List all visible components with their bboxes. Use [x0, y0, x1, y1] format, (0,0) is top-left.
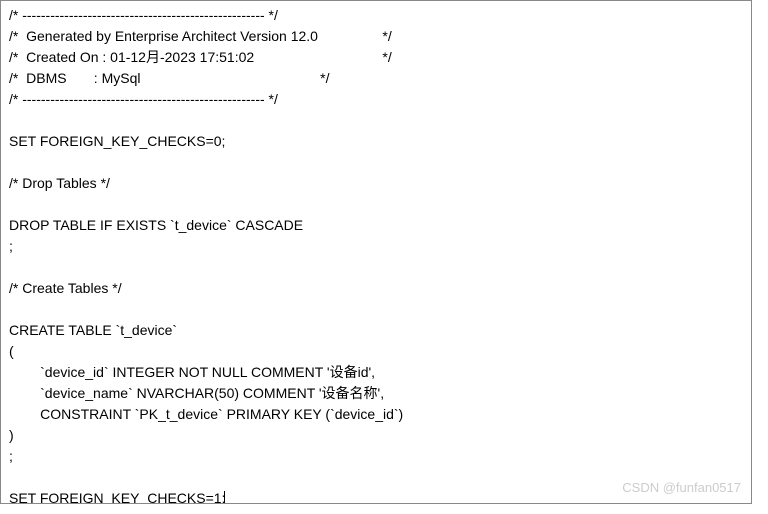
set-fk-off: SET FOREIGN_KEY_CHECKS=0; — [9, 131, 743, 152]
open-paren: ( — [9, 341, 743, 362]
comment-created-on: /* Created On : 01-12月-2023 17:51:02 */ — [9, 47, 743, 68]
semicolon: ; — [9, 236, 743, 257]
blank-line — [9, 110, 743, 131]
comment-generator: /* Generated by Enterprise Architect Ver… — [9, 26, 743, 47]
blank-line — [9, 194, 743, 215]
column-device-id: `device_id` INTEGER NOT NULL COMMENT '设备… — [9, 362, 743, 383]
text-cursor — [224, 491, 225, 504]
set-fk-on: SET FOREIGN_KEY_CHECKS=1; — [9, 488, 743, 504]
blank-line — [9, 257, 743, 278]
drop-table: DROP TABLE IF EXISTS `t_device` CASCADE — [9, 215, 743, 236]
comment-create-tables: /* Create Tables */ — [9, 278, 743, 299]
blank-line — [9, 299, 743, 320]
column-device-name: `device_name` NVARCHAR(50) COMMENT '设备名称… — [9, 383, 743, 404]
blank-line — [9, 467, 743, 488]
close-paren: ) — [9, 425, 743, 446]
constraint-pk: CONSTRAINT `PK_t_device` PRIMARY KEY (`d… — [9, 404, 743, 425]
comment-separator: /* -------------------------------------… — [9, 5, 743, 26]
blank-line — [9, 152, 743, 173]
comment-separator: /* -------------------------------------… — [9, 89, 743, 110]
sql-code-block: /* -------------------------------------… — [0, 0, 752, 504]
comment-drop-tables: /* Drop Tables */ — [9, 173, 743, 194]
set-fk-on-text: SET FOREIGN_KEY_CHECKS=1; — [9, 490, 225, 504]
semicolon: ; — [9, 446, 743, 467]
create-table: CREATE TABLE `t_device` — [9, 320, 743, 341]
comment-dbms: /* DBMS : MySql */ — [9, 68, 743, 89]
